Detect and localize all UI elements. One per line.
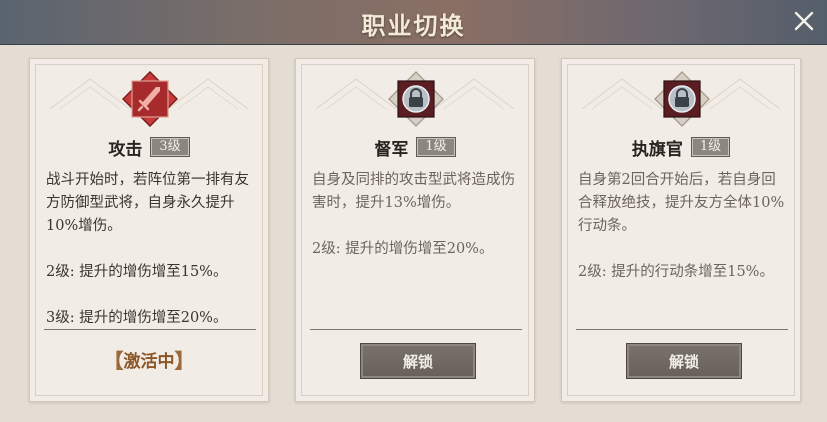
desc-line: 2级: 提升的增伤增至20%。: [312, 241, 494, 257]
class-header: 督军 1级: [296, 136, 534, 160]
class-header: 攻击 3级: [30, 136, 268, 160]
class-name: 执旗官: [631, 139, 683, 160]
status-text: 激活中: [123, 351, 175, 372]
class-header: 执旗官 1级: [562, 136, 800, 160]
class-description: 自身及同排的攻击型武将造成伤害时，提升13%增伤。 2级: 提升的增伤增至20%…: [312, 169, 522, 284]
lock-icon: [654, 71, 710, 127]
unlock-button[interactable]: 解锁: [626, 343, 742, 379]
desc-line: 战斗开始时，若阵位第一排有友方防御型武将，自身永久提升10%增伤。: [46, 172, 249, 234]
active-status-badge: 【激活中】: [103, 348, 195, 373]
class-description: 自身第2回合开始后，若自身回合释放绝技，提升友方全体10%行动条。 2级: 提升…: [578, 169, 788, 307]
class-name: 督军: [374, 139, 409, 160]
level-badge: 3级: [150, 137, 190, 157]
title-bar: 职业切换: [0, 0, 827, 45]
class-card-flag-bearer[interactable]: 执旗官 1级 自身第2回合开始后，若自身回合释放绝技，提升友方全体10%行动条。…: [561, 58, 801, 402]
level-badge: 1级: [690, 137, 731, 157]
divider: [310, 329, 522, 330]
desc-line: 2级: 提升的行动条增至15%。: [578, 264, 774, 280]
close-icon[interactable]: [789, 6, 819, 36]
class-card-attack[interactable]: 攻击 3级 战斗开始时，若阵位第一排有友方防御型武将，自身永久提升10%增伤。 …: [29, 58, 269, 402]
class-card-commander[interactable]: 督军 1级 自身及同排的攻击型武将造成伤害时，提升13%增伤。 2级: 提升的增…: [295, 58, 535, 402]
desc-line: 2级: 提升的增伤增至15%。: [46, 264, 228, 280]
unlock-button[interactable]: 解锁: [360, 343, 476, 379]
divider: [44, 329, 256, 330]
desc-line: 3级: 提升的增伤增至20%。: [46, 310, 228, 326]
sword-icon: [122, 71, 178, 127]
window-title: 职业切换: [361, 11, 466, 40]
desc-line: 自身及同排的攻击型武将造成伤害时，提升13%增伤。: [312, 172, 515, 211]
lock-icon: [388, 71, 444, 127]
desc-line: 自身第2回合开始后，若自身回合释放绝技，提升友方全体10%行动条。: [578, 172, 785, 234]
class-description: 战斗开始时，若阵位第一排有友方防御型武将，自身永久提升10%增伤。 2级: 提升…: [46, 169, 256, 353]
divider: [576, 329, 788, 330]
class-name: 攻击: [108, 139, 143, 160]
level-badge: 1级: [416, 137, 456, 157]
